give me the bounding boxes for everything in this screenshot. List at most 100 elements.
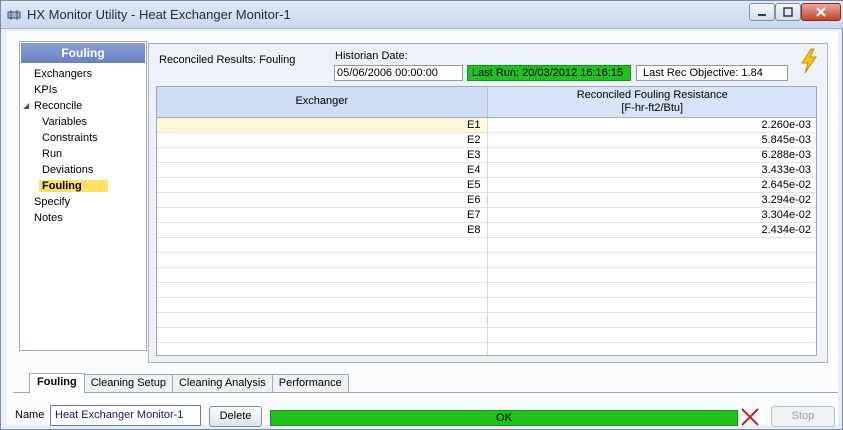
tab-performance[interactable]: Performance xyxy=(272,374,349,393)
nav-item-reconcile[interactable]: ◢ Reconcile xyxy=(20,98,146,114)
empty-cell xyxy=(487,282,816,298)
nav-item-label: KPIs xyxy=(34,84,58,96)
empty-cell xyxy=(157,282,488,298)
empty-row xyxy=(157,312,816,328)
table-row[interactable]: E6 3.294e-02 xyxy=(157,192,816,208)
exchanger-cell[interactable]: E7 xyxy=(157,207,488,223)
nav-item-label: Deviations xyxy=(42,164,94,176)
empty-cell xyxy=(157,342,488,355)
expander-icon[interactable]: ◢ xyxy=(23,98,29,114)
delete-button[interactable]: Delete xyxy=(209,406,262,427)
tab-cleaning-setup[interactable]: Cleaning Setup xyxy=(84,374,173,393)
tab-fouling[interactable]: Fouling xyxy=(29,373,85,394)
empty-row xyxy=(157,267,816,283)
nav-item-label: Notes xyxy=(34,212,63,224)
exchanger-cell[interactable]: E2 xyxy=(157,132,488,148)
maximize-button[interactable] xyxy=(775,3,801,21)
table-row[interactable]: E1 2.260e-03 xyxy=(157,117,816,133)
resistance-cell[interactable]: 2.260e-03 xyxy=(487,117,816,133)
exchanger-cell[interactable]: E3 xyxy=(157,147,488,163)
empty-cell xyxy=(157,252,488,268)
historian-date-field[interactable]: 05/06/2006 00:00:00 xyxy=(334,65,463,81)
empty-cell xyxy=(487,327,816,343)
close-icon xyxy=(816,7,826,17)
name-field[interactable]: Heat Exchanger Monitor-1 xyxy=(50,405,201,426)
app-icon xyxy=(7,10,21,20)
maximize-icon xyxy=(783,7,793,17)
nav-item-deviations[interactable]: Deviations xyxy=(20,162,146,178)
empty-row xyxy=(157,237,816,253)
table-row[interactable]: E2 5.845e-03 xyxy=(157,132,816,148)
nav-header: Fouling xyxy=(21,43,145,63)
nav-item-label: Specify xyxy=(34,196,71,208)
table-header-row: Exchanger Reconciled Fouling Resistance … xyxy=(157,87,816,118)
resistance-cell[interactable]: 5.845e-03 xyxy=(487,132,816,148)
title-bar: HX Monitor Utility - Heat Exchanger Moni… xyxy=(1,1,843,29)
cancel-x-icon[interactable] xyxy=(739,406,761,428)
window-title: HX Monitor Utility - Heat Exchanger Moni… xyxy=(27,7,291,22)
exchanger-cell[interactable]: E5 xyxy=(157,177,488,193)
tab-strip: Fouling Cleaning Setup Cleaning Analysis… xyxy=(29,373,349,394)
nav-item-notes[interactable]: Notes xyxy=(20,210,146,226)
nav-item-run[interactable]: Run xyxy=(20,146,146,162)
empty-cell xyxy=(487,237,816,253)
main-content: Fouling Exchangers KPIs ◢ Reconcile Varia… xyxy=(7,31,838,428)
name-label: Name xyxy=(15,409,45,421)
table-row[interactable]: E7 3.304e-02 xyxy=(157,207,816,223)
nav-item-label: Reconcile xyxy=(34,100,83,112)
app-window: HX Monitor Utility - Heat Exchanger Moni… xyxy=(0,0,843,430)
resistance-cell[interactable]: 3.304e-02 xyxy=(487,207,816,223)
column-header-fouling-resistance[interactable]: Reconciled Fouling Resistance [F-hr-ft2/… xyxy=(487,87,816,118)
exchanger-cell[interactable]: E8 xyxy=(157,222,488,238)
nav-item-label: Variables xyxy=(42,116,88,128)
nav-item-label: Run xyxy=(42,148,63,160)
empty-cell xyxy=(157,312,488,328)
status-bar: OK xyxy=(270,410,738,426)
nav-item-label: Fouling xyxy=(39,180,108,192)
resistance-cell[interactable]: 3.433e-03 xyxy=(487,162,816,178)
column-header-line: Reconciled Fouling Resistance xyxy=(576,88,728,101)
resistance-cell[interactable]: 2.645e-02 xyxy=(487,177,816,193)
nav-tree: Fouling Exchangers KPIs ◢ Reconcile Varia… xyxy=(19,41,147,351)
empty-row xyxy=(157,327,816,343)
nav-item-variables[interactable]: Variables xyxy=(20,114,146,130)
nav-item-kpis[interactable]: KPIs xyxy=(20,82,146,98)
exchanger-cell[interactable]: E6 xyxy=(157,192,488,208)
empty-cell xyxy=(487,312,816,328)
nav-item-exchangers[interactable]: Exchangers xyxy=(20,66,146,82)
empty-row xyxy=(157,297,816,313)
empty-row xyxy=(157,342,816,355)
tab-cleaning-analysis[interactable]: Cleaning Analysis xyxy=(172,374,273,393)
empty-cell xyxy=(157,297,488,313)
stop-button[interactable]: Stop xyxy=(771,406,835,427)
table-row[interactable]: E5 2.645e-02 xyxy=(157,177,816,193)
empty-row xyxy=(157,282,816,298)
table-row[interactable]: E8 2.434e-02 xyxy=(157,222,816,238)
column-header-unit: [F-hr-ft2/Btu] xyxy=(621,101,684,114)
nav-item-constraints[interactable]: Constraints xyxy=(20,130,146,146)
column-header-exchanger[interactable]: Exchanger xyxy=(157,87,488,118)
resistance-cell[interactable]: 6.288e-03 xyxy=(487,147,816,163)
results-grid[interactable]: Exchanger Reconciled Fouling Resistance … xyxy=(156,86,817,356)
resistance-cell[interactable]: 2.434e-02 xyxy=(487,222,816,238)
close-button[interactable] xyxy=(801,3,841,21)
last-rec-objective: Last Rec Objective: 1.84 xyxy=(636,65,788,81)
nav-item-specify[interactable]: Specify xyxy=(20,194,146,210)
results-label: Reconciled Results: Fouling xyxy=(159,54,296,66)
empty-cell xyxy=(157,327,488,343)
empty-row xyxy=(157,252,816,268)
table-row[interactable]: E4 3.433e-03 xyxy=(157,162,816,178)
empty-cell xyxy=(487,252,816,268)
empty-cell xyxy=(487,297,816,313)
table-row[interactable]: E3 6.288e-03 xyxy=(157,147,816,163)
exchanger-cell[interactable]: E4 xyxy=(157,162,488,178)
exchanger-cell[interactable]: E1 xyxy=(157,117,488,133)
minimize-icon xyxy=(758,14,766,16)
results-panel: Reconciled Results: Fouling Historian Da… xyxy=(148,43,828,363)
lightning-icon[interactable] xyxy=(799,48,819,74)
nav-item-fouling[interactable]: Fouling xyxy=(20,178,146,194)
historian-date-label: Historian Date: xyxy=(335,50,408,62)
resistance-cell[interactable]: 3.294e-02 xyxy=(487,192,816,208)
empty-cell xyxy=(487,267,816,283)
minimize-button[interactable] xyxy=(749,3,775,21)
